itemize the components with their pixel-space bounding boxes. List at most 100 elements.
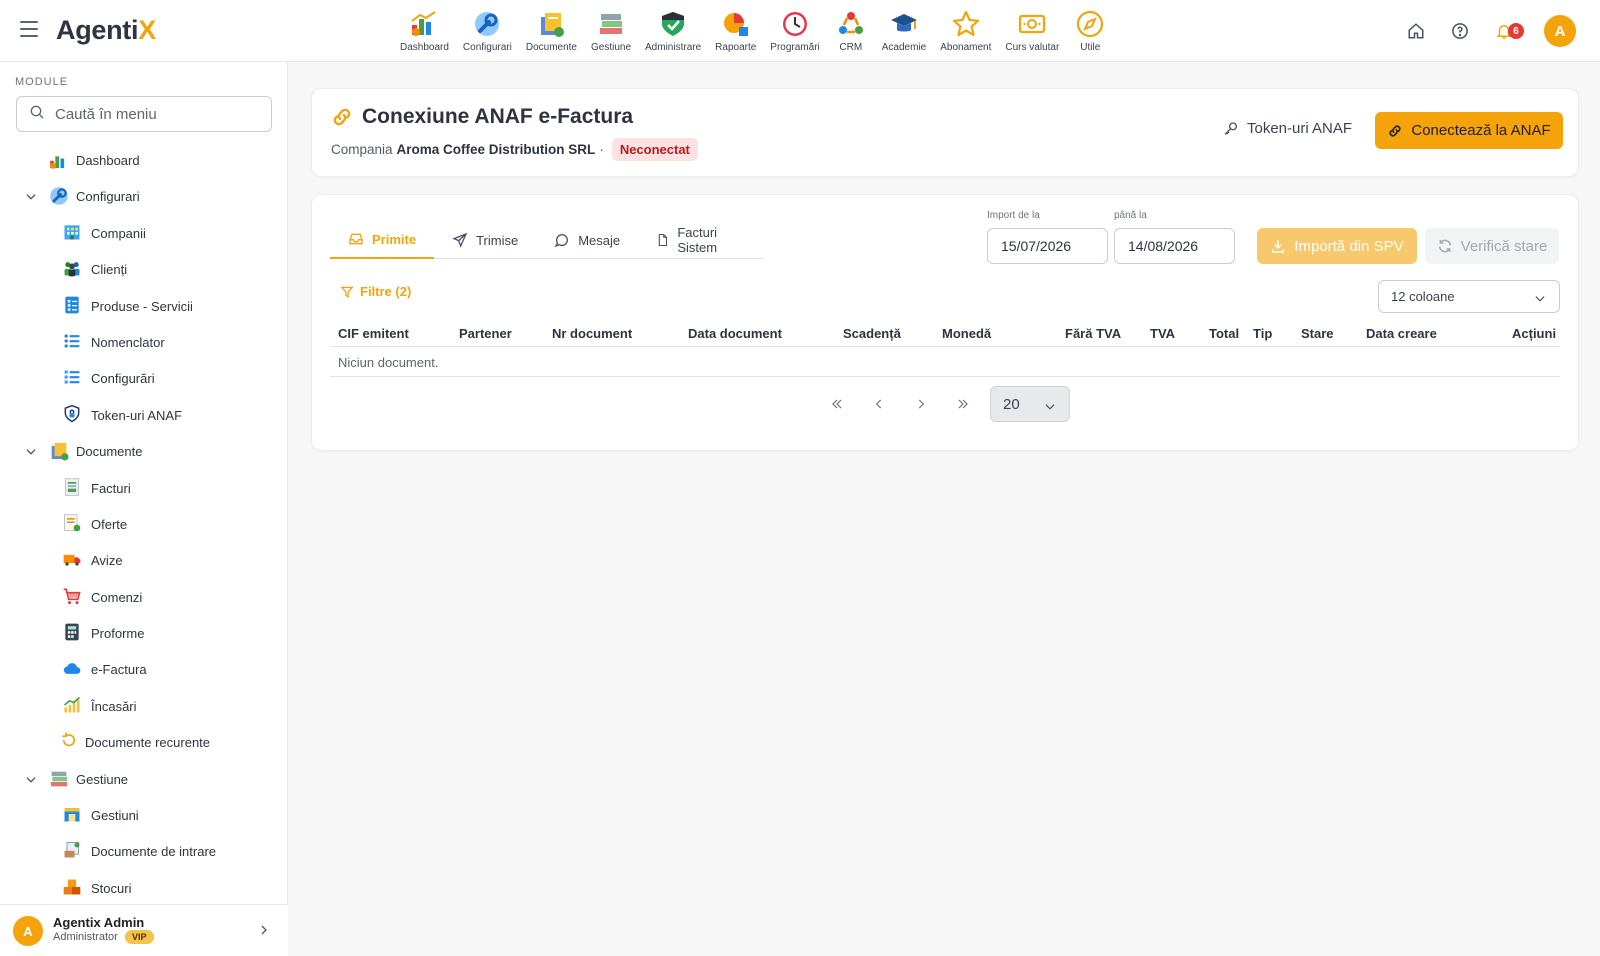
sidebar-item-facturi[interactable]: Facturi — [0, 470, 288, 506]
sidebar-item-configurari-sub[interactable]: Configurări — [0, 360, 288, 396]
import-from-label: Import de la — [987, 210, 1040, 221]
home-icon[interactable] — [1402, 17, 1430, 45]
status-badge: Neconectat — [611, 138, 698, 161]
sidebar-item-configurari[interactable]: Configurari — [0, 178, 288, 214]
import-spv-button[interactable]: Importă din SPV — [1257, 228, 1417, 264]
menu-toggle-icon[interactable] — [20, 21, 38, 37]
next-page-icon[interactable] — [906, 389, 936, 419]
columns-select[interactable]: 12 coloane — [1378, 280, 1560, 313]
module-configurari[interactable]: Configurari — [463, 7, 512, 53]
file-icon — [658, 233, 668, 247]
page-size-select[interactable]: 20 — [990, 386, 1070, 422]
last-page-icon[interactable] — [948, 389, 978, 419]
incoming-doc-icon — [62, 840, 84, 862]
app-logo[interactable]: AgentiX — [56, 15, 156, 46]
module-dashboard[interactable]: Dashboard — [400, 7, 449, 53]
crm-cycle-icon — [834, 7, 868, 41]
column-header[interactable]: Nr document — [552, 326, 632, 341]
column-header[interactable]: Monedă — [942, 326, 991, 341]
connect-anaf-button[interactable]: Conectează la ANAF — [1375, 112, 1563, 149]
module-programari[interactable]: Programări — [770, 7, 820, 53]
chevron-down-icon[interactable] — [24, 190, 38, 207]
column-header[interactable]: Data document — [688, 326, 782, 341]
column-header[interactable]: Scadență — [843, 326, 901, 341]
sidebar-item-nomenclator[interactable]: Nomenclator — [0, 324, 288, 360]
key-icon — [1224, 121, 1237, 135]
help-icon[interactable] — [1446, 17, 1474, 45]
import-to-date-input[interactable]: 14/08/2026 — [1114, 228, 1235, 264]
module-crm[interactable]: CRM — [834, 7, 868, 53]
document-tabs: Primite Trimise Mesaje Facturi Sistem — [330, 221, 764, 259]
tab-facturi-sistem[interactable]: Facturi Sistem — [638, 221, 764, 259]
sidebar-item-documente-recurente[interactable]: Documente recurente — [0, 724, 288, 760]
import-from-date-input[interactable]: 15/07/2026 — [987, 228, 1108, 264]
module-gestiune[interactable]: Gestiune — [591, 7, 631, 53]
column-header[interactable]: Total — [1209, 326, 1239, 341]
sidebar-item-incasari[interactable]: Încasări — [0, 688, 288, 724]
sidebar-item-label: Gestiuni — [91, 808, 139, 824]
banknote-icon — [1015, 7, 1049, 41]
sidebar-item-label: Gestiune — [76, 771, 129, 787]
column-header[interactable]: Stare — [1301, 326, 1334, 341]
column-header[interactable]: Tip — [1253, 326, 1272, 341]
tab-trimise[interactable]: Trimise — [434, 221, 536, 259]
sidebar-item-documente[interactable]: Documente — [0, 433, 288, 469]
sidebar-item-label: Documente recurente — [85, 735, 211, 751]
warehouse-icon — [62, 804, 84, 826]
top-bar: AgentiX Dashboard Configurari Documente … — [0, 0, 1600, 62]
sidebar-item-label: Configurari — [76, 189, 140, 205]
sidebar-item-e-factura[interactable]: e-Factura — [0, 651, 288, 687]
prev-page-icon[interactable] — [864, 389, 894, 419]
column-header[interactable]: Fără TVA — [1065, 326, 1121, 341]
sidebar-item-proforme[interactable]: Proforme — [0, 615, 288, 651]
token-anaf-link[interactable]: Token-uri ANAF — [1223, 120, 1352, 137]
sidebar-item-oferte[interactable]: Oferte — [0, 506, 288, 542]
notifications-bell-icon[interactable]: 6 — [1490, 17, 1524, 45]
sidebar-item-produse-servicii[interactable]: Produse - Servicii — [0, 288, 288, 324]
module-academie[interactable]: Academie — [882, 7, 926, 53]
sidebar-item-dashboard[interactable]: Dashboard — [0, 142, 288, 178]
sidebar-item-clienti[interactable]: Clienți — [0, 251, 288, 287]
sidebar-item-label: Facturi — [91, 480, 131, 496]
sidebar-item-gestiune[interactable]: Gestiune — [0, 761, 288, 797]
module-curs-valutar[interactable]: Curs valutar — [1005, 7, 1059, 53]
sidebar-item-gestiuni[interactable]: Gestiuni — [0, 797, 288, 833]
graduation-cap-icon — [887, 7, 921, 41]
module-rapoarte[interactable]: Rapoarte — [715, 7, 756, 53]
sidebar-section-title: MODULE — [15, 76, 69, 88]
module-utile[interactable]: Utile — [1073, 7, 1107, 53]
sidebar-item-token-uri-anaf[interactable]: Token-uri ANAF — [0, 397, 288, 433]
chevron-right-icon[interactable] — [258, 923, 270, 941]
verify-status-button[interactable]: Verifică stare — [1425, 228, 1559, 264]
module-administrare[interactable]: Administrare — [645, 7, 701, 53]
user-avatar[interactable]: A — [1544, 15, 1576, 47]
cart-icon — [62, 586, 84, 608]
module-documente[interactable]: Documente — [526, 7, 577, 53]
filters-toggle[interactable]: Filtre (2) — [340, 284, 411, 299]
chevron-down-icon[interactable] — [24, 773, 38, 790]
sidebar-item-stocuri[interactable]: Stocuri — [0, 870, 288, 906]
column-header[interactable]: CIF emitent — [338, 326, 409, 341]
column-header[interactable]: TVA — [1150, 326, 1175, 341]
tab-mesaje[interactable]: Mesaje — [536, 221, 638, 259]
people-icon — [62, 258, 84, 280]
search-input[interactable] — [55, 105, 255, 123]
sidebar-item-documente-de-intrare[interactable]: Documente de intrare — [0, 833, 288, 869]
report-pie-icon — [719, 7, 753, 41]
column-header[interactable]: Data creare — [1366, 326, 1437, 341]
sidebar-item-avize[interactable]: Avize — [0, 542, 288, 578]
compass-icon — [1073, 7, 1107, 41]
import-to-label: până la — [1114, 210, 1147, 221]
table-header: CIF emitent Partener Nr document Data do… — [330, 319, 1560, 347]
sidebar-user[interactable]: A Agentix Admin Administrator VIP — [0, 904, 288, 956]
column-header[interactable]: Partener — [459, 326, 512, 341]
dashboard-chart-icon — [48, 149, 70, 171]
column-header[interactable]: Acțiuni — [1512, 326, 1556, 341]
chevron-down-icon[interactable] — [24, 445, 38, 462]
filter-icon — [340, 286, 354, 298]
sidebar-item-companii[interactable]: Companii — [0, 215, 288, 251]
tab-primite[interactable]: Primite — [330, 221, 435, 259]
sidebar-item-comenzi[interactable]: Comenzi — [0, 579, 288, 615]
module-abonament[interactable]: Abonament — [940, 7, 991, 53]
first-page-icon[interactable] — [822, 389, 852, 419]
